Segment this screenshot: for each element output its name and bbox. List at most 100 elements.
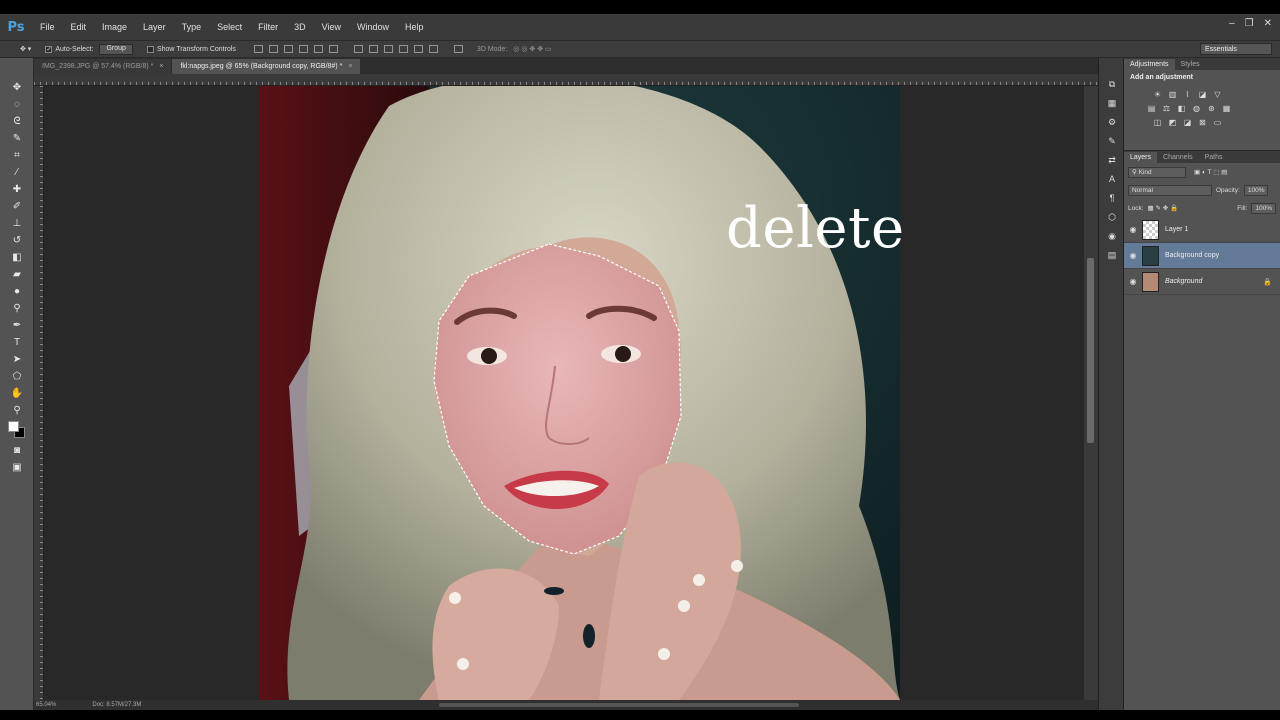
layer-row[interactable]: ◉ Background 🔒 — [1124, 269, 1280, 295]
distribute-left-icon[interactable] — [398, 45, 408, 53]
restore-button[interactable]: ❐ — [1245, 18, 1254, 29]
levels-icon[interactable]: ▥ — [1167, 89, 1178, 99]
blur-tool-icon[interactable]: ● — [7, 283, 27, 299]
tool-presets-icon[interactable]: ⇄ — [1104, 153, 1120, 167]
black-white-icon[interactable]: ◧ — [1176, 103, 1187, 113]
document-image[interactable] — [259, 86, 900, 700]
show-transform-checkbox[interactable] — [146, 45, 154, 53]
horizontal-ruler[interactable] — [34, 74, 1098, 86]
foreground-color-swatch[interactable] — [8, 421, 19, 432]
eraser-tool-icon[interactable]: ◧ — [7, 249, 27, 265]
exposure-icon[interactable]: ◪ — [1197, 89, 1208, 99]
move-tool-icon[interactable]: ✥ — [7, 79, 27, 95]
invert-icon[interactable]: ◫ — [1152, 117, 1163, 127]
tab-paths[interactable]: Paths — [1199, 152, 1229, 163]
visibility-eye-icon[interactable]: ◉ — [1124, 277, 1142, 286]
properties-icon[interactable]: ⚙ — [1104, 115, 1120, 129]
layer-row[interactable]: ◉ Layer 1 — [1124, 217, 1280, 243]
vertical-ruler[interactable] — [34, 86, 44, 700]
type-tool-icon[interactable]: T — [7, 334, 27, 350]
color-lookup-icon[interactable]: ▦ — [1221, 103, 1232, 113]
channel-mixer-icon[interactable]: ⊛ — [1206, 103, 1217, 113]
quick-mask-icon[interactable]: ◙ — [7, 442, 27, 458]
curves-icon[interactable]: ⌇ — [1182, 89, 1193, 99]
shape-tool-icon[interactable]: ⬠ — [7, 368, 27, 384]
brightness-contrast-icon[interactable]: ☀ — [1152, 89, 1163, 99]
vibrance-icon[interactable]: ▽ — [1212, 89, 1223, 99]
horizontal-scrollbar-thumb[interactable] — [439, 703, 799, 707]
eyedropper-tool-icon[interactable]: ⁄ — [7, 164, 27, 180]
close-icon[interactable]: × — [159, 63, 163, 70]
visibility-eye-icon[interactable]: ◉ — [1124, 251, 1142, 260]
threshold-icon[interactable]: ◪ — [1182, 117, 1193, 127]
clone-stamp-tool-icon[interactable]: ⊥ — [7, 215, 27, 231]
history-icon[interactable]: ⧉ — [1104, 77, 1120, 91]
3d-icon[interactable]: ⬡ — [1104, 210, 1120, 224]
align-left-icon[interactable] — [298, 45, 308, 53]
auto-select-toggle[interactable]: ✓ Auto-Select: — [45, 45, 93, 53]
histogram-icon[interactable]: ▦ — [1104, 96, 1120, 110]
distribute-right-icon[interactable] — [428, 45, 438, 53]
align-hcenter-icon[interactable] — [313, 45, 323, 53]
auto-align-icon[interactable] — [453, 45, 463, 53]
layer-name[interactable]: Layer 1 — [1165, 226, 1280, 233]
pen-tool-icon[interactable]: ✒ — [7, 317, 27, 333]
move-tool-preset[interactable]: ✥ ▾ — [20, 45, 31, 53]
color-swatches[interactable] — [7, 419, 27, 441]
menu-type[interactable]: Type — [174, 14, 210, 40]
menu-image[interactable]: Image — [94, 14, 135, 40]
hand-tool-icon[interactable]: ✋ — [7, 385, 27, 401]
dodge-tool-icon[interactable]: ⚲ — [7, 300, 27, 316]
menu-edit[interactable]: Edit — [63, 14, 95, 40]
brush-presets-icon[interactable]: ✎ — [1104, 134, 1120, 148]
path-select-tool-icon[interactable]: ➤ — [7, 351, 27, 367]
3d-rotate-icon[interactable]: ◎ ◎ ✥ ✥ ▭ — [513, 45, 551, 53]
photo-filter-icon[interactable]: ◍ — [1191, 103, 1202, 113]
doc-tab-active[interactable]: fkl:napgs.jpeg @ 65% (Background copy, R… — [172, 59, 361, 74]
filter-icons[interactable]: ▣ ◐ T ⬚ ▤ — [1194, 168, 1227, 176]
zoom-level[interactable]: 65.04% — [36, 702, 56, 708]
workspace-dropdown[interactable]: Essentials — [1200, 43, 1272, 55]
align-top-icon[interactable] — [253, 45, 263, 53]
visibility-eye-icon[interactable]: ◉ — [1124, 225, 1142, 234]
tab-layers[interactable]: Layers — [1124, 152, 1158, 163]
kind-filter-dropdown[interactable]: ⚲ Kind — [1128, 166, 1186, 178]
menu-3d[interactable]: 3D — [286, 14, 314, 40]
align-bottom-icon[interactable] — [283, 45, 293, 53]
align-vcenter-icon[interactable] — [268, 45, 278, 53]
layer-name[interactable]: Background — [1165, 278, 1263, 285]
auto-select-dropdown[interactable]: Group — [99, 43, 133, 55]
tab-channels[interactable]: Channels — [1157, 152, 1199, 163]
marquee-tool-icon[interactable]: ◌ — [7, 96, 27, 112]
close-icon[interactable]: × — [348, 63, 352, 70]
close-button[interactable]: ✕ — [1264, 18, 1272, 29]
gradient-map-icon[interactable]: ▭ — [1212, 117, 1223, 127]
lasso-tool-icon[interactable]: ᘓ — [7, 113, 27, 129]
layer-name[interactable]: Background copy — [1165, 252, 1280, 259]
selective-color-icon[interactable]: ⊠ — [1197, 117, 1208, 127]
menu-help[interactable]: Help — [397, 14, 432, 40]
menu-select[interactable]: Select — [209, 14, 250, 40]
crop-tool-icon[interactable]: ⌗ — [7, 147, 27, 163]
layer-row[interactable]: ◉ Background copy — [1124, 243, 1280, 269]
color-balance-icon[interactable]: ⚖ — [1161, 103, 1172, 113]
character-icon[interactable]: A — [1104, 172, 1120, 186]
posterize-icon[interactable]: ◩ — [1167, 117, 1178, 127]
doc-tab-img2398[interactable]: IMG_2398.JPG @ 57.4% (RGB/8) * × — [34, 59, 172, 74]
menu-file[interactable]: File — [32, 14, 63, 40]
vertical-scrollbar[interactable] — [1084, 86, 1098, 700]
timeline-icon[interactable]: ◉ — [1104, 229, 1120, 243]
hue-saturation-icon[interactable]: ▤ — [1146, 103, 1157, 113]
distribute-hcenter-icon[interactable] — [413, 45, 423, 53]
paragraph-icon[interactable]: ¶ — [1104, 191, 1120, 205]
show-transform-toggle[interactable]: Show Transform Controls — [146, 45, 236, 53]
distribute-top-icon[interactable] — [353, 45, 363, 53]
fill-field[interactable]: 100% — [1251, 202, 1276, 214]
tab-styles[interactable]: Styles — [1175, 59, 1206, 70]
auto-select-checkbox[interactable]: ✓ — [45, 45, 53, 53]
quick-select-tool-icon[interactable]: ✎ — [7, 130, 27, 146]
brush-tool-icon[interactable]: ✐ — [7, 198, 27, 214]
history-brush-tool-icon[interactable]: ↺ — [7, 232, 27, 248]
menu-window[interactable]: Window — [349, 14, 397, 40]
screen-mode-icon[interactable]: ▣ — [7, 459, 27, 475]
